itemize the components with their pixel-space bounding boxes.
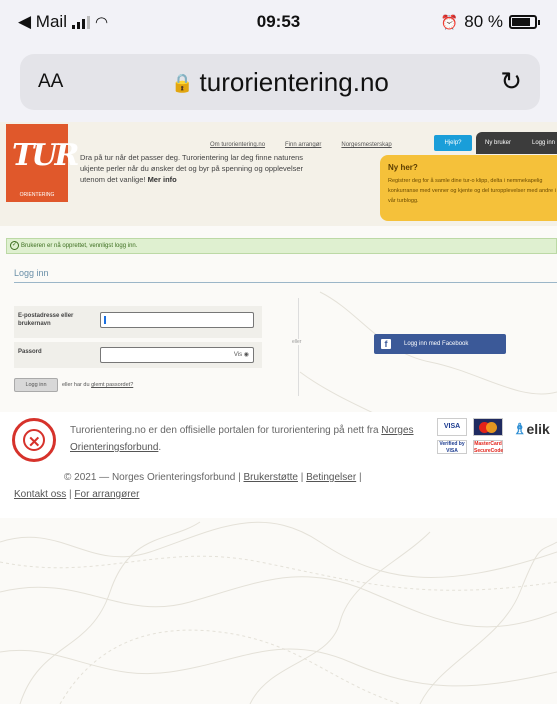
nav-about-link[interactable]: Om turorientering.no — [210, 142, 265, 148]
lock-icon: 🔒 — [171, 73, 194, 93]
orienteering-federation-logo: ✕ — [12, 418, 56, 462]
promo-title: Ny her? — [388, 163, 418, 172]
logo-subtitle: ORIENTERING — [19, 192, 55, 198]
battery-icon — [509, 15, 540, 29]
footer-text: Turorientering.no er den offisielle port… — [70, 425, 379, 436]
login-nav-button[interactable]: Logg inn — [532, 140, 555, 146]
alarm-icon: ⏰ — [440, 13, 459, 30]
check-circle-icon: ✓ — [10, 241, 19, 250]
new-user-button[interactable]: Ny bruker — [485, 140, 511, 146]
facebook-button-label: Logg inn med Facebook — [404, 341, 469, 347]
text-cursor — [104, 316, 106, 324]
new-here-panel: Ny her? Registrer deg for å samle dine t… — [380, 155, 557, 221]
mastercard-logo — [473, 418, 503, 436]
top-navigation: Om turorientering.no Finn arrangør Norge… — [210, 142, 392, 148]
login-button[interactable]: Logg inn — [14, 378, 58, 392]
forgot-password-text: eller har du glemt passordet? — [62, 382, 133, 388]
facebook-login-button[interactable]: f Logg inn med Facebook — [374, 334, 506, 354]
web-page: TUR ORIENTERING Om turorientering.no Fin… — [0, 122, 557, 704]
intro-text: Dra på tur når det passer deg. Turorient… — [80, 152, 308, 185]
password-field[interactable]: Vis ◉ — [100, 347, 254, 363]
url-text: turorientering.no — [199, 67, 389, 97]
forgot-prefix: eller har du — [62, 382, 90, 388]
payment-provider-logo: ♗elik — [513, 421, 550, 438]
organizers-link[interactable]: For arrangører — [74, 489, 139, 500]
nav-championship-link[interactable]: Norgesmesterskap — [341, 142, 391, 148]
copyright: © 2021 — Norges Orienteringsforbund | — [64, 472, 241, 483]
forgot-password-link[interactable]: glemt passordet? — [91, 382, 133, 388]
status-right: ⏰ 80 % — [440, 12, 540, 32]
login-divider — [14, 282, 557, 283]
alert-text: Brukeren er nå opprettet, vennligst logg… — [21, 243, 138, 249]
intro-body: Dra på tur når det passer deg. Turorient… — [80, 153, 304, 184]
site-footer: ✕ Turorientering.no er den offisielle po… — [0, 412, 557, 518]
facebook-icon: f — [381, 339, 391, 349]
reload-icon[interactable]: ↻ — [500, 66, 522, 97]
help-button[interactable]: Hjelp? — [434, 135, 472, 151]
battery-fill — [512, 18, 530, 26]
terms-link[interactable]: Betingelser — [306, 472, 356, 483]
support-link[interactable]: Brukerstøtte — [244, 472, 298, 483]
verified-by-visa-logo: Verified by VISA — [437, 440, 467, 454]
login-heading: Logg inn — [14, 268, 49, 278]
account-buttons: Ny bruker Logg inn — [476, 132, 557, 154]
or-separator: eller — [290, 339, 304, 345]
logo-mark: TUR — [12, 138, 79, 173]
browser-toolbar: AA 🔒 turorientering.no ↻ — [0, 44, 557, 122]
email-field[interactable] — [100, 312, 254, 328]
success-alert: ✓ Brukeren er nå opprettet, vennligst lo… — [6, 238, 557, 254]
nav-find-organizer-link[interactable]: Finn arrangør — [285, 142, 321, 148]
eye-icon: ◉ — [243, 352, 249, 358]
site-logo[interactable]: TUR ORIENTERING — [6, 124, 79, 202]
intro-more-link[interactable]: Mer info — [148, 175, 177, 184]
show-password-toggle[interactable]: Vis ◉ — [234, 351, 249, 358]
footer-description: Turorientering.no er den offisielle port… — [70, 425, 414, 453]
address-bar[interactable]: AA 🔒 turorientering.no ↻ — [20, 54, 540, 110]
footer-links: © 2021 — Norges Orienteringsforbund | Br… — [14, 472, 362, 500]
login-form: E-postadresse eller brukernavn Passord V… — [14, 306, 264, 368]
url-field[interactable]: 🔒 turorientering.no — [20, 67, 540, 98]
promo-body: Registrer deg for å samle dine tur-o kli… — [388, 178, 556, 204]
mastercard-securecode-logo: MasterCard SecureCode — [473, 440, 504, 454]
vertical-divider — [298, 298, 299, 396]
visa-logo: VISA — [437, 418, 467, 436]
battery-percent: 80 % — [464, 12, 503, 31]
contact-link[interactable]: Kontakt oss — [14, 489, 66, 500]
person-icon: ♗ — [513, 421, 527, 438]
status-bar: ◀ Mail ◠ 09:53 ⏰ 80 % — [0, 0, 557, 44]
